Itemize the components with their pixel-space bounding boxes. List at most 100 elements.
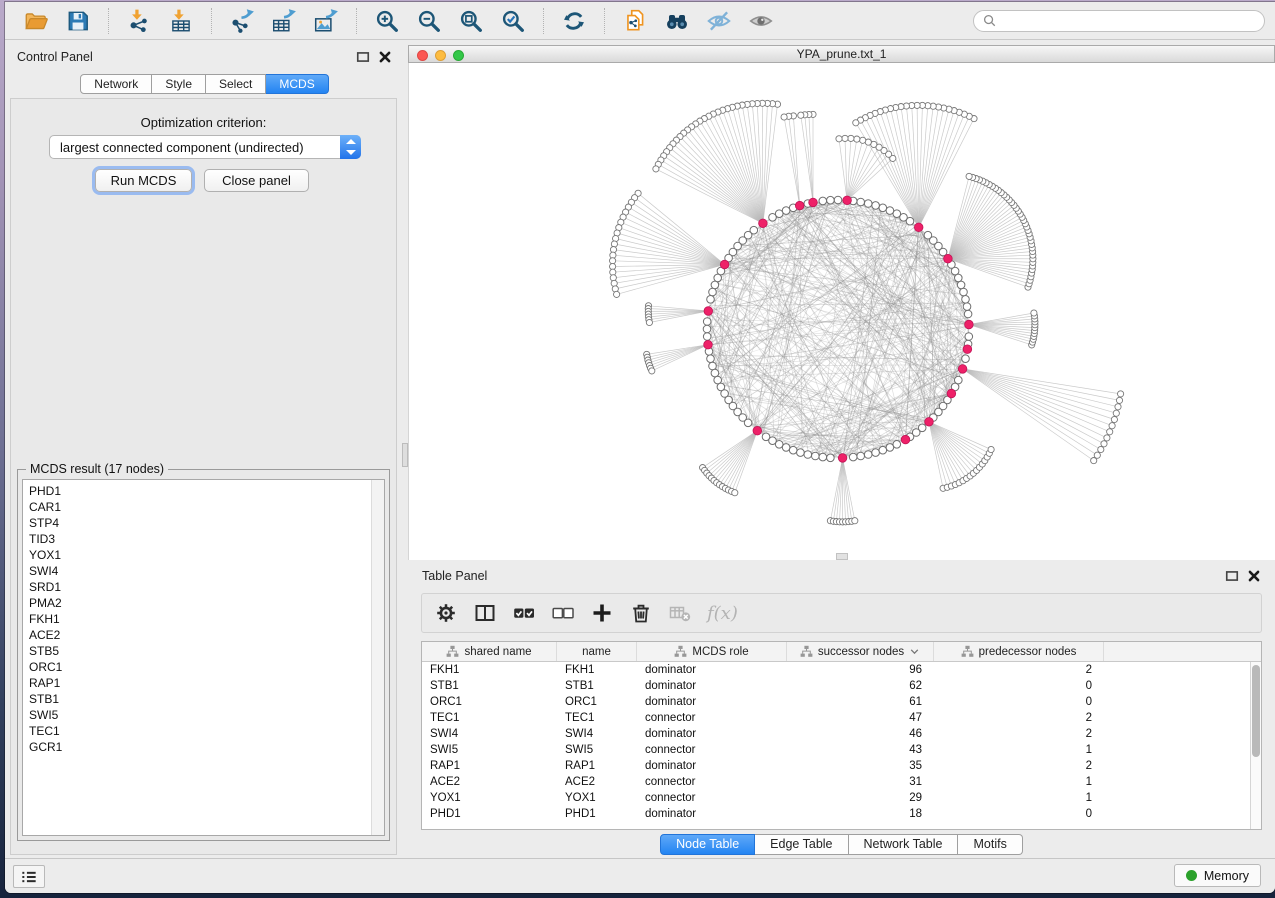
cell-successor-nodes[interactable]: 18 bbox=[787, 808, 934, 820]
tab-select[interactable]: Select bbox=[206, 74, 266, 94]
cell-shared-name[interactable]: SWI5 bbox=[422, 744, 557, 756]
cell-mcds-role[interactable]: connector bbox=[637, 776, 787, 788]
column-header-name[interactable]: name bbox=[557, 642, 637, 661]
mcds-result-item[interactable]: SWI4 bbox=[23, 563, 384, 579]
optimization-criterion-select[interactable]: largest connected component (undirected) bbox=[49, 135, 361, 159]
cell-mcds-role[interactable]: dominator bbox=[637, 696, 787, 708]
float-panel-icon[interactable] bbox=[356, 50, 372, 64]
cell-successor-nodes[interactable]: 29 bbox=[787, 792, 934, 804]
cell-shared-name[interactable]: RAP1 bbox=[422, 760, 557, 772]
network-window-titlebar[interactable]: YPA_prune.txt_1 bbox=[408, 45, 1275, 63]
cell-predecessor-nodes[interactable]: 2 bbox=[934, 728, 1104, 740]
cell-successor-nodes[interactable]: 43 bbox=[787, 744, 934, 756]
import-network-icon[interactable] bbox=[126, 8, 152, 34]
tab-motifs[interactable]: Motifs bbox=[958, 834, 1022, 855]
cell-shared-name[interactable]: FKH1 bbox=[422, 664, 557, 676]
cell-successor-nodes[interactable]: 46 bbox=[787, 728, 934, 740]
mcds-result-item[interactable]: YOX1 bbox=[23, 547, 384, 563]
mcds-result-item[interactable]: SRD1 bbox=[23, 579, 384, 595]
cell-name[interactable]: PHD1 bbox=[557, 808, 637, 820]
mcds-result-item[interactable]: STB1 bbox=[23, 691, 384, 707]
cell-mcds-role[interactable]: connector bbox=[637, 744, 787, 756]
cell-name[interactable]: SWI4 bbox=[557, 728, 637, 740]
cell-predecessor-nodes[interactable]: 0 bbox=[934, 680, 1104, 692]
add-column-icon[interactable] bbox=[590, 601, 614, 625]
cell-shared-name[interactable]: TEC1 bbox=[422, 712, 557, 724]
cell-successor-nodes[interactable]: 35 bbox=[787, 760, 934, 772]
mcds-result-item[interactable]: GCR1 bbox=[23, 739, 384, 755]
zoom-out-icon[interactable] bbox=[416, 8, 442, 34]
show-all-icon[interactable] bbox=[748, 8, 774, 34]
cell-name[interactable]: RAP1 bbox=[557, 760, 637, 772]
cell-predecessor-nodes[interactable]: 0 bbox=[934, 696, 1104, 708]
table-row[interactable]: PHD1PHD1dominator180 bbox=[422, 806, 1250, 822]
settings-gear-icon[interactable] bbox=[434, 601, 458, 625]
cell-predecessor-nodes[interactable]: 2 bbox=[934, 664, 1104, 676]
cell-shared-name[interactable]: STB1 bbox=[422, 680, 557, 692]
save-session-icon[interactable] bbox=[65, 8, 91, 34]
zoom-selected-icon[interactable] bbox=[500, 8, 526, 34]
cell-name[interactable]: FKH1 bbox=[557, 664, 637, 676]
table-scrollbar[interactable] bbox=[1250, 662, 1261, 829]
zoom-fit-icon[interactable] bbox=[458, 8, 484, 34]
tab-style[interactable]: Style bbox=[152, 74, 206, 94]
cell-mcds-role[interactable]: dominator bbox=[637, 664, 787, 676]
function-builder-icon[interactable]: f(x) bbox=[707, 603, 738, 624]
run-mcds-button[interactable]: Run MCDS bbox=[95, 169, 192, 192]
mcds-result-item[interactable]: PMA2 bbox=[23, 595, 384, 611]
cell-name[interactable]: ORC1 bbox=[557, 696, 637, 708]
mcds-result-list[interactable]: PHD1CAR1STP4TID3YOX1SWI4SRD1PMA2FKH1ACE2… bbox=[22, 479, 385, 836]
close-panel-button[interactable]: Close panel bbox=[204, 169, 309, 192]
zoom-in-icon[interactable] bbox=[374, 8, 400, 34]
cell-successor-nodes[interactable]: 31 bbox=[787, 776, 934, 788]
table-row[interactable]: RAP1RAP1dominator352 bbox=[422, 758, 1250, 774]
mcds-result-item[interactable]: FKH1 bbox=[23, 611, 384, 627]
tab-network[interactable]: Network bbox=[80, 74, 152, 94]
close-panel-icon[interactable] bbox=[1247, 569, 1263, 583]
column-header-predecessor-nodes[interactable]: predecessor nodes bbox=[934, 642, 1104, 661]
cell-mcds-role[interactable]: dominator bbox=[637, 760, 787, 772]
import-table-icon[interactable] bbox=[168, 8, 194, 34]
cell-name[interactable]: STB1 bbox=[557, 680, 637, 692]
export-table-icon[interactable] bbox=[271, 8, 297, 34]
export-network-icon[interactable] bbox=[229, 8, 255, 34]
horizontal-splitter-handle[interactable] bbox=[836, 553, 848, 560]
table-row[interactable]: TEC1TEC1connector472 bbox=[422, 710, 1250, 726]
column-header-shared-name[interactable]: shared name bbox=[422, 642, 557, 661]
list-scrollbar[interactable] bbox=[371, 480, 384, 835]
cell-shared-name[interactable]: SWI4 bbox=[422, 728, 557, 740]
cell-shared-name[interactable]: ACE2 bbox=[422, 776, 557, 788]
cell-predecessor-nodes[interactable]: 1 bbox=[934, 776, 1104, 788]
cell-name[interactable]: SWI5 bbox=[557, 744, 637, 756]
cell-successor-nodes[interactable]: 62 bbox=[787, 680, 934, 692]
mcds-result-item[interactable]: CAR1 bbox=[23, 499, 384, 515]
cell-mcds-role[interactable]: connector bbox=[637, 792, 787, 804]
cell-successor-nodes[interactable]: 61 bbox=[787, 696, 934, 708]
cell-name[interactable]: TEC1 bbox=[557, 712, 637, 724]
cell-shared-name[interactable]: YOX1 bbox=[422, 792, 557, 804]
mcds-result-item[interactable]: ACE2 bbox=[23, 627, 384, 643]
open-file-icon[interactable] bbox=[23, 8, 49, 34]
mcds-result-item[interactable]: RAP1 bbox=[23, 675, 384, 691]
network-search-box[interactable] bbox=[973, 10, 1265, 32]
unselect-all-icon[interactable] bbox=[551, 601, 575, 625]
cell-predecessor-nodes[interactable]: 2 bbox=[934, 712, 1104, 724]
cell-mcds-role[interactable]: dominator bbox=[637, 808, 787, 820]
scrollbar-thumb[interactable] bbox=[1252, 665, 1260, 757]
close-panel-icon[interactable] bbox=[378, 50, 394, 64]
mcds-result-item[interactable]: TID3 bbox=[23, 531, 384, 547]
mcds-result-item[interactable]: ORC1 bbox=[23, 659, 384, 675]
table-row[interactable]: SWI5SWI5connector431 bbox=[422, 742, 1250, 758]
table-row[interactable]: YOX1YOX1connector291 bbox=[422, 790, 1250, 806]
table-row[interactable]: SWI4SWI4dominator462 bbox=[422, 726, 1250, 742]
cell-mcds-role[interactable]: dominator bbox=[637, 680, 787, 692]
cell-mcds-role[interactable]: connector bbox=[637, 712, 787, 724]
network-view-canvas[interactable] bbox=[408, 63, 1275, 560]
hide-selected-icon[interactable] bbox=[706, 8, 732, 34]
panel-menu-button[interactable] bbox=[13, 865, 45, 888]
cell-shared-name[interactable]: PHD1 bbox=[422, 808, 557, 820]
mcds-result-item[interactable]: PHD1 bbox=[23, 483, 384, 499]
mcds-result-item[interactable]: STP4 bbox=[23, 515, 384, 531]
search-input[interactable] bbox=[1001, 14, 1256, 28]
cell-predecessor-nodes[interactable]: 1 bbox=[934, 792, 1104, 804]
